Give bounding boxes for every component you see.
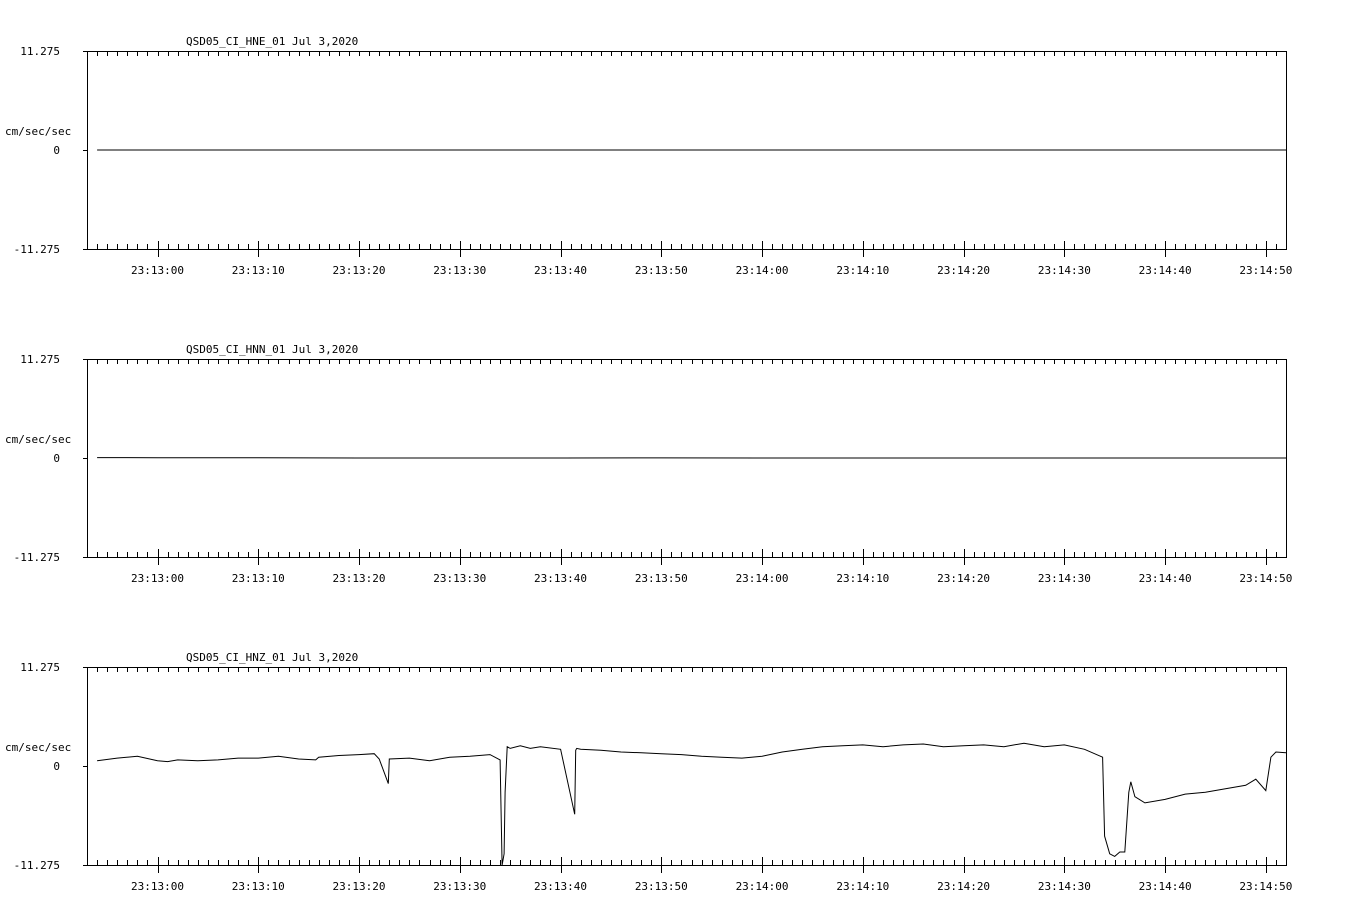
x-tick-label: 23:13:20	[333, 572, 386, 585]
y-tick-label: 11.275	[20, 353, 60, 366]
y-tick-label: 0	[53, 760, 60, 773]
x-tick-label: 23:14:30	[1038, 572, 1091, 585]
x-tick-label: 23:13:30	[433, 880, 486, 893]
y-tick-label: 0	[53, 452, 60, 465]
x-tick-label: 23:14:20	[937, 880, 990, 893]
x-tick-label: 23:13:40	[534, 264, 587, 277]
x-tick-label: 23:13:20	[333, 264, 386, 277]
x-tick-label: 23:14:30	[1038, 880, 1091, 893]
y-axis-label: cm/sec/sec	[5, 125, 71, 138]
chart-panel-2: QSD05_CI_HNN_01 Jul 3,2020 11.275 0 -11.275…	[5, 343, 1292, 585]
x-tick-label: 23:13:40	[534, 572, 587, 585]
chart-title: QSD05_CI_HNZ_01 Jul 3,2020	[186, 651, 358, 664]
x-tick-label: 23:14:30	[1038, 264, 1091, 277]
x-tick-label: 23:13:10	[232, 572, 285, 585]
chart-title: QSD05_CI_HNE_01 Jul 3,2020	[186, 35, 358, 48]
x-tick-label: 23:14:20	[937, 572, 990, 585]
y-tick-label: -11.275	[14, 551, 60, 564]
trace-line	[97, 742, 1287, 866]
x-tick-label: 23:13:10	[232, 264, 285, 277]
y-tick-label: 0	[53, 144, 60, 157]
x-tick-label: 23:14:10	[836, 264, 889, 277]
seismogram-figure: QSD05_CI_HNE_01 Jul 3,2020 11.275 0 -11.275…	[5, 35, 1292, 893]
x-tick-label: 23:14:20	[937, 264, 990, 277]
x-tick-label: 23:14:50	[1239, 264, 1292, 277]
y-tick-label: 11.275	[20, 661, 60, 674]
x-tick-label: 23:14:50	[1239, 880, 1292, 893]
x-tick-label: 23:13:50	[635, 880, 688, 893]
x-tick-label: 23:13:50	[635, 264, 688, 277]
x-tick-label: 23:13:00	[131, 572, 184, 585]
x-tick-label: 23:14:00	[736, 264, 789, 277]
x-tick-label: 23:14:10	[836, 572, 889, 585]
chart-panel-3: QSD05_CI_HNZ_01 Jul 3,2020 11.275 0 -11.275…	[5, 651, 1292, 893]
x-tick-label: 23:13:30	[433, 572, 486, 585]
x-tick-label: 23:13:00	[131, 264, 184, 277]
x-tick-label: 23:14:40	[1139, 264, 1192, 277]
x-tick-label: 23:13:00	[131, 880, 184, 893]
y-tick-label: -11.275	[14, 859, 60, 872]
x-tick-label: 23:14:50	[1239, 572, 1292, 585]
y-axis-label: cm/sec/sec	[5, 741, 71, 754]
x-tick-label: 23:14:40	[1139, 880, 1192, 893]
x-tick-label: 23:14:00	[736, 572, 789, 585]
x-tick-label: 23:14:10	[836, 880, 889, 893]
y-tick-label: -11.275	[14, 243, 60, 256]
x-tick-label: 23:13:10	[232, 880, 285, 893]
x-tick-label: 23:13:20	[333, 880, 386, 893]
x-tick-label: 23:14:40	[1139, 572, 1192, 585]
chart-panel-1: QSD05_CI_HNE_01 Jul 3,2020 11.275 0 -11.275…	[5, 35, 1292, 277]
x-tick-label: 23:14:00	[736, 880, 789, 893]
x-tick-label: 23:13:50	[635, 572, 688, 585]
chart-title: QSD05_CI_HNN_01 Jul 3,2020	[186, 343, 358, 356]
y-axis-label: cm/sec/sec	[5, 433, 71, 446]
x-tick-label: 23:13:30	[433, 264, 486, 277]
x-tick-label: 23:13:40	[534, 880, 587, 893]
y-tick-label: 11.275	[20, 45, 60, 58]
